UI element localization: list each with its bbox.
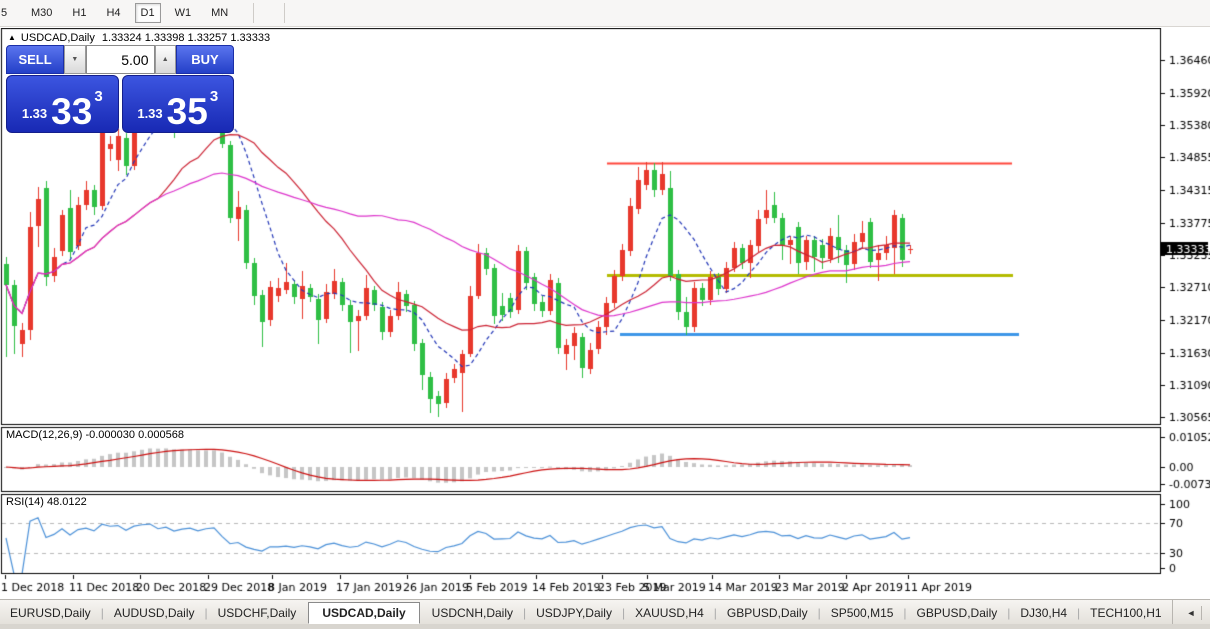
mt4-application-window: 5 M30 H1 H4 D1 W1 MN ▲ USDCAD,Daily 1.33324 1.33… [0,0,1210,629]
tab-scroll-controls: ◄► [1172,600,1210,625]
chart-tab-audusd-daily[interactable]: AUDUSD,Daily [104,603,205,623]
volume-decrease-button[interactable]: ▼ [64,45,85,74]
period-button-h1[interactable]: H1 [66,3,92,23]
one-click-trading-panel: SELL ▼ ▲ BUY 1.33 33 3 1.33 35 3 [6,45,234,133]
period-button-w1[interactable]: W1 [169,3,198,23]
chart-tab-dj30-h4[interactable]: DJ30,H4 [1010,603,1077,623]
period-toolbar: 5 M30 H1 H4 D1 W1 MN [0,0,1210,27]
chart-tab-usdcnh-daily[interactable]: USDCNH,Daily [422,603,523,623]
rsi-indicator-label: RSI(14) 48.0122 [6,496,87,508]
symbol-marker-icon: ▲ [8,33,16,42]
chart-tab-gbpusd-daily[interactable]: GBPUSD,Daily [907,603,1008,623]
chart-tab-usdchf-daily[interactable]: USDCHF,Daily [208,603,307,623]
toolbar-separator [253,3,254,23]
period-button-mn[interactable]: MN [205,3,234,23]
bid-price-pipette: 3 [94,88,102,105]
chart-title: ▲ USDCAD,Daily 1.33324 1.33398 1.33257 1.3… [8,32,270,44]
chart-tab-eurusd-daily[interactable]: EURUSD,Daily [0,603,101,623]
tab-scroll-right-icon[interactable]: ► [1202,608,1210,618]
bid-price-button[interactable]: 1.33 33 3 [6,75,119,133]
chart-window: ▲ USDCAD,Daily 1.33324 1.33398 1.33257 1.3… [0,28,1210,598]
bottom-strip [0,624,1210,629]
bid-price-prefix: 1.33 [22,106,47,121]
chart-tab-usdcad-daily[interactable]: USDCAD,Daily [308,602,419,624]
toolbar-separator [284,3,285,23]
ask-price-big-digits: 35 [167,97,208,127]
period-button-d1[interactable]: D1 [135,3,161,23]
period-button-m30[interactable]: M30 [25,3,58,23]
period-button-h4[interactable]: H4 [100,3,126,23]
ask-price-button[interactable]: 1.33 35 3 [122,75,235,133]
volume-input[interactable] [86,45,155,74]
volume-increase-button[interactable]: ▲ [155,45,176,74]
ohlc-values: 1.33324 1.33398 1.33257 1.33333 [102,32,270,44]
chart-tab-xauusd-h4[interactable]: XAUUSD,H4 [625,603,714,623]
buy-button[interactable]: BUY [176,45,234,74]
chart-tab-gbpusd-daily[interactable]: GBPUSD,Daily [717,603,818,623]
chart-tab-sp500-m15[interactable]: SP500,M15 [821,603,904,623]
chart-tab-usdjpy-daily[interactable]: USDJPY,Daily [526,603,622,623]
macd-indicator-label: MACD(12,26,9) -0.000030 0.000568 [6,429,184,441]
chart-tab-tech100-h1[interactable]: TECH100,H1 [1080,603,1171,623]
sell-button[interactable]: SELL [6,45,64,74]
tab-scroll-left-icon[interactable]: ◄ [1181,608,1202,618]
ask-price-prefix: 1.33 [137,106,162,121]
bid-price-big-digits: 33 [51,97,92,127]
ask-price-pipette: 3 [210,88,218,105]
symbol-timeframe-label: USDCAD,Daily [21,32,95,44]
period-button-5[interactable]: 5 [0,3,17,23]
chart-tab-bar: EURUSD,Daily|AUDUSD,Daily|USDCHF,DailyUS… [0,599,1210,625]
